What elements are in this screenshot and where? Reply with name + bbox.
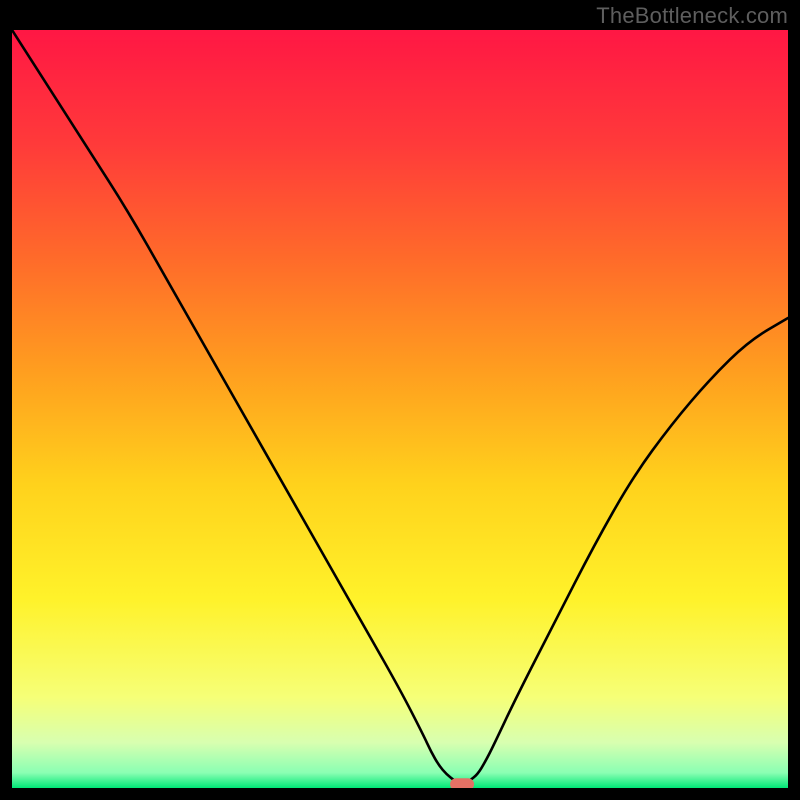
gradient-background — [12, 30, 788, 788]
watermark-text: TheBottleneck.com — [596, 3, 788, 29]
optimal-marker — [450, 778, 474, 788]
chart-svg — [12, 30, 788, 788]
chart-frame: TheBottleneck.com — [0, 0, 800, 800]
plot-area — [12, 30, 788, 788]
